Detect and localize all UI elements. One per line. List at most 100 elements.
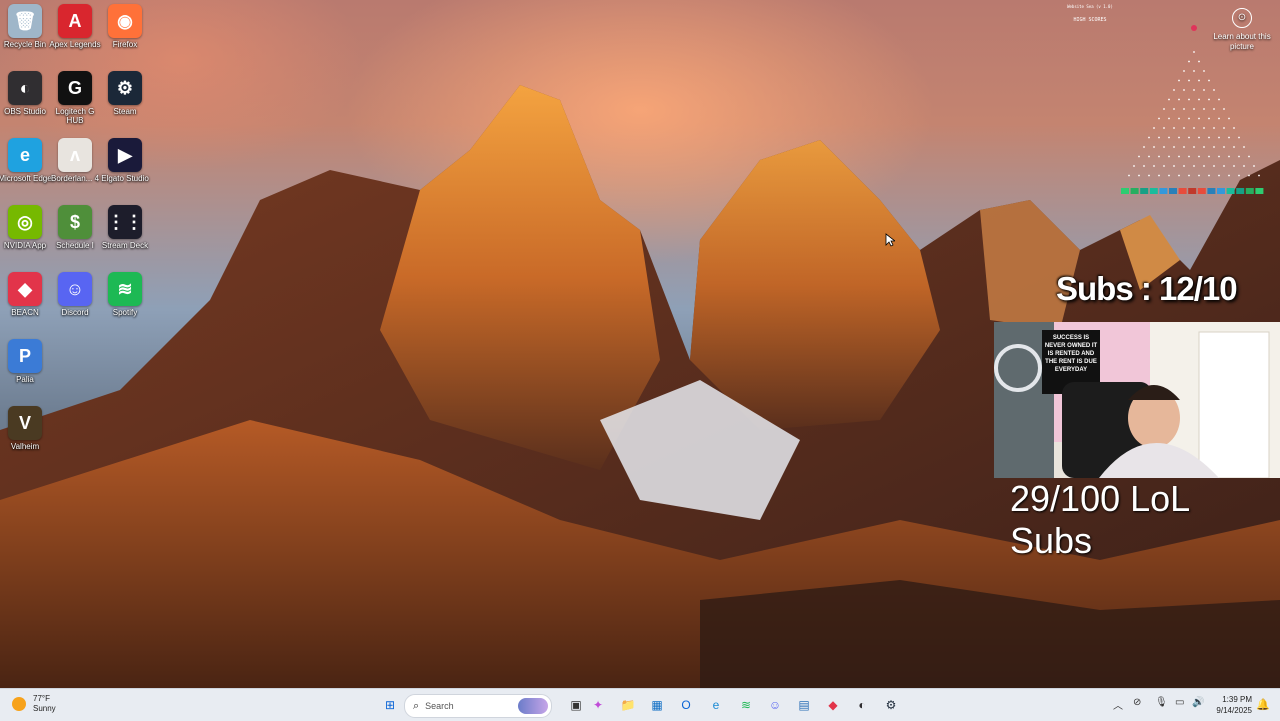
plinko-slot [1159,188,1168,194]
desktop-icon-label: Palia [16,375,34,384]
desktop-icon-schedule-i[interactable]: $ Schedule I [50,205,100,250]
obs-taskbar-icon[interactable]: ◐ [852,695,872,715]
plinko-peg [1248,174,1250,177]
plinko-peg [1223,108,1225,110]
weather-widget[interactable]: 77°F Sunny [12,694,56,714]
desktop-icon-nvidia[interactable]: ◎ NVIDIA App [0,205,50,250]
plinko-peg [1183,89,1185,91]
plinko-peg [1203,127,1205,129]
plinko-peg [1163,108,1165,110]
desktop-icon-label: Steam [113,107,137,116]
spotify-taskbar-icon[interactable]: ≋ [736,695,756,715]
desktop-icon-logitech-ghub[interactable]: G Logitech G HUB [50,71,100,125]
nvidia-icon: ◎ [8,205,42,239]
system-clock[interactable]: 1:39 PM 9/14/2025 [1212,694,1252,716]
outlook-icon[interactable]: O [676,695,696,715]
plinko-peg [1198,60,1200,63]
plinko-peg [1188,79,1190,82]
plinko-peg [1198,79,1200,82]
plinko-peg [1258,174,1260,177]
plinko-peg [1158,174,1160,177]
plinko-peg [1228,155,1230,158]
plinko-peg [1163,165,1165,167]
plinko-peg [1198,174,1200,177]
photos-taskbar-icon[interactable]: ▤ [794,695,814,715]
plinko-peg [1243,165,1245,167]
desktop-icon-steam[interactable]: ⚙ Steam [100,71,150,116]
plinko-peg [1253,165,1255,167]
steam-taskbar-icon[interactable]: ⚙ [881,695,901,715]
desktop-icon-stream-deck[interactable]: ⋮⋮ Stream Deck [100,205,150,250]
plinko-peg [1228,136,1230,139]
plinko-peg [1218,155,1220,158]
plinko-peg [1208,174,1210,177]
desktop-icon-edge[interactable]: e Microsoft Edge [0,138,52,183]
task-view-icon[interactable]: ▣ [566,695,586,715]
steam-icon: ⚙ [108,71,142,105]
plinko-peg [1203,165,1205,167]
beacn-taskbar-icon[interactable]: ◆ [823,695,843,715]
start-button[interactable]: ⊞ [380,695,400,715]
show-hidden-icons-chevron-icon[interactable]: ︿ [1113,697,1123,712]
plinko-peg [1158,117,1160,120]
display-icon[interactable]: ▭ [1175,697,1184,708]
scoreboard-title: Website Sea (v 1.0) [1067,4,1113,9]
desktop-icon-label: Stream Deck [101,241,149,250]
webcam-poster-text: SUCCESS IS NEVER OWNED IT IS RENTED AND … [1044,335,1098,373]
desktop-icon-label: Firefox [112,40,138,49]
taskbar-search-box[interactable]: ⌕ Search [404,694,552,718]
plinko-peg [1213,108,1215,110]
desktop-icon-palia[interactable]: P Palia [0,339,50,384]
discord-taskbar-icon[interactable]: ☺ [765,695,785,715]
weather-condition: Sunny [33,704,56,713]
high-scores-label: HIGH SCORES [1073,17,1107,23]
desktop-icon-label: Borderlan... 4 [50,174,100,183]
desktop-icon-label: Discord [61,308,89,317]
microphone-icon[interactable]: 🎙 [1155,697,1168,708]
plinko-peg [1198,98,1200,101]
desktop-icon-firefox[interactable]: ◉ Firefox [100,4,150,49]
desktop-icon-beacn[interactable]: ◆ BEACN [0,272,50,317]
plinko-peg [1168,174,1170,177]
notification-bell-icon[interactable]: 🔔 [1256,698,1270,711]
plinko-peg [1183,146,1185,148]
plinko-peg [1153,165,1155,167]
plinko-peg [1178,136,1180,139]
search-icon: ⌕ [413,699,420,712]
logitech-ghub-icon: G [58,71,92,105]
search-highlight-art [518,698,548,714]
desktop-icon-discord[interactable]: ☺ Discord [50,272,100,317]
desktop-icon-recycle-bin[interactable]: 🗑 Recycle Bin [0,4,50,49]
plinko-peg [1213,89,1215,91]
desktop-icon-valheim[interactable]: V Valheim [0,406,50,451]
desktop-icon-elgato-studio[interactable]: ▶ Elgato Studio [100,138,150,183]
copilot-icon[interactable]: ✦ [588,695,608,715]
desktop-icon-spotify[interactable]: ≋ Spotify [100,272,150,317]
plinko-peg [1193,146,1195,148]
plinko-peg [1173,146,1175,148]
network-off-icon[interactable]: ⊘ [1133,697,1141,708]
plinko-peg [1208,79,1210,82]
desktop-icon-borderlands[interactable]: ʌ Borderlan... 4 [50,138,100,183]
plinko-peg [1223,146,1225,148]
plinko-slot [1255,188,1264,194]
desktop-icon-apex-legends[interactable]: A Apex Legends [49,4,101,49]
volume-icon[interactable]: 🔊 [1192,697,1204,708]
learn-about-picture-button[interactable]: ⊙ Learn about this picture [1212,8,1272,52]
edge-taskbar-icon[interactable]: e [706,695,726,715]
plinko-peg [1168,155,1170,158]
desktop-icon-obs-studio[interactable]: ◐ OBS Studio [0,71,50,116]
plinko-peg [1173,165,1175,167]
plinko-peg [1218,174,1220,177]
plinko-peg [1188,155,1190,158]
plinko-peg [1203,89,1205,91]
plinko-peg [1208,136,1210,139]
plinko-peg [1138,174,1140,177]
plinko-slot [1130,188,1139,194]
plinko-peg [1208,98,1210,101]
desktop-icon-label: Recycle Bin [3,40,47,49]
plinko-peg [1158,136,1160,139]
lol-subs-counter: 29/100 LoL Subs [1010,478,1189,561]
file-explorer-icon[interactable]: 📁 [618,695,638,715]
microsoft-store-icon[interactable]: ▦ [647,695,667,715]
